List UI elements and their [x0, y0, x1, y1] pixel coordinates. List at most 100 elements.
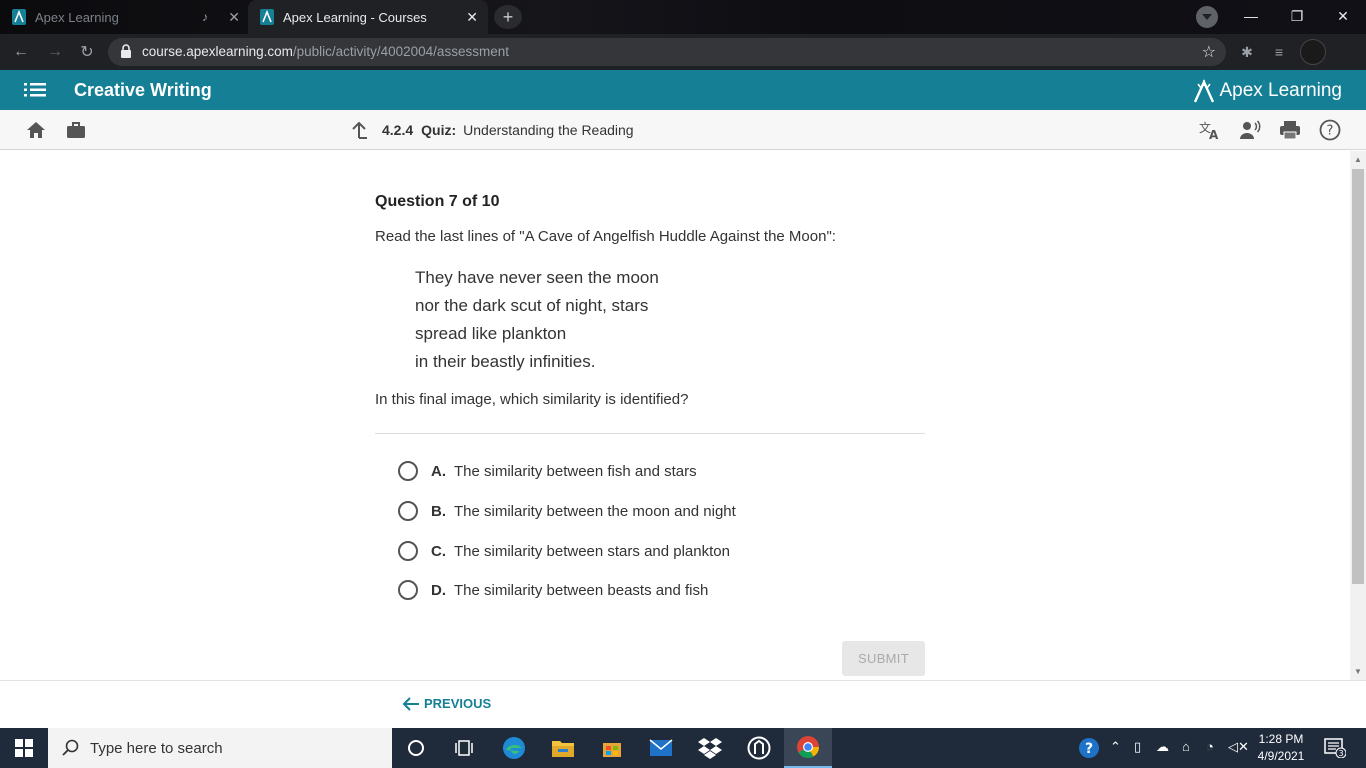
apex-logo-icon — [1194, 79, 1215, 103]
choice-letter: B. — [431, 502, 446, 520]
notifications-icon[interactable]: 3 — [1324, 738, 1347, 759]
address-bar[interactable]: course.apexlearning.com/public/activity/… — [108, 38, 1226, 66]
svg-text:A: A — [1209, 128, 1219, 140]
lock-icon — [120, 44, 132, 63]
app-shield-icon[interactable] — [735, 728, 783, 768]
briefcase-icon[interactable] — [65, 119, 87, 141]
activity-toolbar: 4.2.4 Quiz: Understanding the Reading 文A… — [0, 110, 1366, 150]
cortana-icon[interactable] — [392, 728, 440, 768]
chrome-icon[interactable] — [784, 728, 832, 768]
apex-favicon-icon — [260, 9, 274, 25]
close-tab-icon[interactable]: ✕ — [228, 9, 240, 26]
notification-count: 3 — [1338, 749, 1343, 758]
restore-window-button[interactable]: ❐ — [1274, 0, 1320, 32]
onedrive-cloud-icon[interactable]: ☁ — [1156, 739, 1169, 755]
choice-letter: C. — [431, 542, 446, 560]
page-scrollbar[interactable]: ▲ ▼ — [1350, 151, 1366, 680]
help-tray-icon[interactable]: ? — [1078, 737, 1100, 762]
clock-time: 1:28 PM — [1258, 732, 1304, 746]
previous-label: PREVIOUS — [424, 696, 492, 711]
tab-search-button[interactable] — [1196, 6, 1218, 28]
search-icon — [62, 739, 79, 756]
svg-text:?: ? — [1327, 124, 1334, 139]
choice-text: The similarity between the moon and nigh… — [454, 502, 736, 520]
activity-title: Understanding the Reading — [463, 122, 634, 138]
activity-type: Quiz: — [421, 122, 457, 138]
reload-icon[interactable]: ↻ — [76, 41, 98, 63]
print-icon[interactable] — [1279, 119, 1301, 141]
apex-learning-logo: Apex Learning — [1193, 78, 1342, 104]
scroll-down-arrow-icon[interactable]: ▼ — [1354, 667, 1362, 676]
back-arrow-icon[interactable]: ← — [10, 41, 32, 63]
poem-line: in their beastly infinities. — [415, 352, 596, 371]
extensions-puzzle-icon[interactable]: ✱ — [1238, 43, 1256, 61]
choice-letter: D. — [431, 581, 446, 599]
taskbar-search-box[interactable]: Type here to search — [48, 728, 392, 768]
volume-muted-icon[interactable]: ◁✕ — [1228, 739, 1249, 755]
radio-button[interactable] — [398, 580, 418, 600]
quiz-content: Question 7 of 10 Read the last lines of … — [0, 151, 1350, 680]
text-to-speech-icon[interactable] — [1239, 119, 1261, 141]
home-icon[interactable] — [25, 119, 47, 141]
poem-line: They have never seen the moon — [415, 268, 659, 287]
radio-button[interactable] — [398, 461, 418, 481]
microsoft-store-icon[interactable] — [588, 728, 636, 768]
answer-choice-a[interactable]: A. The similarity between fish and stars — [398, 459, 697, 483]
answer-choice-b[interactable]: B. The similarity between the moon and n… — [398, 499, 736, 523]
choice-text: The similarity between fish and stars — [454, 462, 697, 480]
poem-line: spread like plankton — [415, 324, 567, 343]
minimize-window-button[interactable]: — — [1228, 0, 1274, 32]
forward-arrow-icon[interactable]: → — [44, 41, 66, 63]
question-text: In this final image, which similarity is… — [375, 391, 689, 408]
arrow-left-icon — [402, 696, 419, 711]
url-host: course.apexlearning.com — [142, 44, 293, 59]
help-icon[interactable]: ? — [1319, 119, 1341, 141]
close-tab-icon[interactable]: ✕ — [466, 9, 478, 26]
submit-button[interactable]: SUBMIT — [842, 641, 925, 676]
radio-button[interactable] — [398, 501, 418, 521]
apex-favicon-icon — [12, 9, 26, 25]
task-view-icon[interactable] — [440, 728, 488, 768]
edge-browser-icon[interactable] — [490, 728, 538, 768]
battery-status-icon[interactable]: ▯ — [1134, 739, 1141, 755]
media-queue-icon[interactable]: ≡ — [1270, 43, 1288, 61]
chevron-down-icon — [1202, 14, 1212, 20]
browser-tab-strip: Apex Learning ♪ ✕ Apex Learning - Course… — [0, 0, 1366, 34]
url-text: course.apexlearning.com/public/activity/… — [142, 44, 509, 59]
media-playing-icon[interactable]: ♪ — [202, 10, 208, 24]
browser-tab-title: Apex Learning — [35, 9, 119, 25]
wifi-icon[interactable]: ◔ — [1206, 739, 1214, 754]
translate-icon[interactable]: 文A — [1199, 119, 1221, 141]
up-level-arrow-icon[interactable] — [350, 121, 368, 139]
poem-line: nor the dark scut of night, stars — [415, 296, 649, 315]
browser-tab-apex-learning[interactable]: Apex Learning ♪ ✕ — [12, 0, 248, 34]
browser-tab-apex-learning-courses[interactable]: Apex Learning - Courses ✕ — [248, 0, 488, 34]
poem-excerpt: They have never seen the moon nor the da… — [415, 264, 659, 376]
file-explorer-icon[interactable] — [539, 728, 587, 768]
system-clock[interactable]: 1:28 PM 4/9/2021 — [1256, 731, 1306, 765]
answer-choice-d[interactable]: D. The similarity between beasts and fis… — [398, 578, 708, 602]
chevron-up-icon[interactable]: ⌃ — [1110, 739, 1121, 755]
windows-taskbar: Type here to search ? ⌃ ▯ ☁ ⌂ ◔ ◁✕ 1:28 … — [0, 728, 1366, 768]
divider — [375, 433, 925, 434]
profile-avatar[interactable] — [1300, 39, 1326, 65]
scrollbar-thumb[interactable] — [1352, 169, 1364, 584]
brand-name: Apex Learning — [1219, 80, 1342, 101]
close-window-button[interactable]: ✕ — [1320, 0, 1366, 32]
radio-button[interactable] — [398, 541, 418, 561]
windows-start-icon[interactable] — [0, 728, 48, 768]
menu-list-icon[interactable] — [24, 82, 46, 98]
new-tab-button[interactable]: + — [494, 5, 522, 29]
previous-button[interactable]: PREVIOUS — [402, 696, 491, 711]
question-header: Question 7 of 10 — [375, 193, 500, 210]
scroll-up-arrow-icon[interactable]: ▲ — [1354, 155, 1362, 164]
clock-date: 4/9/2021 — [1257, 749, 1305, 763]
power-icon[interactable]: ⌂ — [1182, 739, 1190, 754]
mail-icon[interactable] — [637, 728, 685, 768]
answer-choice-c[interactable]: C. The similarity between stars and plan… — [398, 539, 730, 563]
choice-text: The similarity between stars and plankto… — [454, 542, 730, 560]
svg-text:?: ? — [1085, 741, 1093, 757]
bookmark-star-icon[interactable]: ☆ — [1202, 42, 1216, 62]
app-header: Creative Writing Apex Learning — [0, 70, 1366, 110]
dropbox-icon[interactable] — [686, 728, 734, 768]
